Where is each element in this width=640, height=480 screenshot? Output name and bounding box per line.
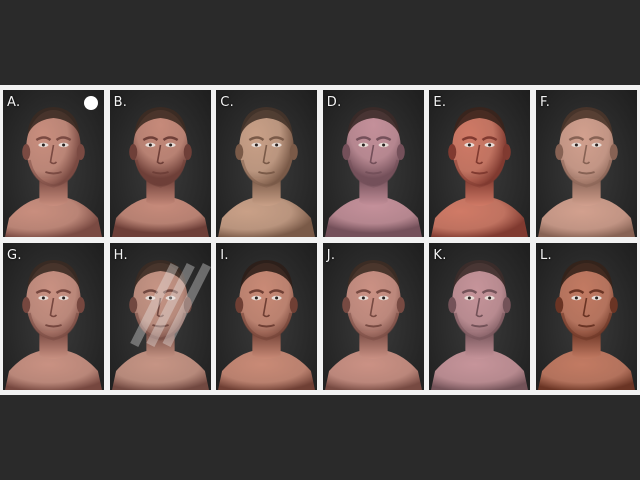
panel-label: A. [7, 95, 21, 110]
panel-label: F. [540, 95, 551, 110]
right-ear [503, 144, 512, 160]
left-ear [128, 297, 137, 313]
panel-a: A. [3, 90, 104, 237]
left-ear [448, 297, 457, 313]
left-ear [555, 144, 564, 160]
left-ear [555, 297, 564, 313]
panel-i: I. [216, 243, 318, 390]
head-render [324, 107, 422, 237]
left-ear [22, 144, 31, 160]
panel-label: E. [433, 95, 447, 110]
right-ear [76, 144, 85, 160]
right-ear [289, 144, 298, 160]
head-render [538, 260, 635, 390]
head-render [218, 260, 316, 390]
head-render [218, 107, 316, 237]
panel-d: D. [322, 90, 424, 237]
left-ear [235, 144, 244, 160]
head-render [324, 260, 422, 390]
panel-f: F. [536, 90, 637, 237]
head-render [5, 260, 102, 390]
face-shading-comparison-sheet: A. B. C. D. E. F. G. H. I. J. K. L. [0, 85, 640, 395]
right-ear [609, 144, 618, 160]
head-render [538, 107, 635, 237]
head-render [431, 260, 529, 390]
left-ear [341, 144, 351, 160]
panel-b: B. [109, 90, 211, 237]
panel-label: L. [540, 248, 552, 263]
panel-k: K. [429, 243, 531, 390]
left-ear [448, 144, 457, 160]
right-ear [503, 297, 512, 313]
panel-label: J. [326, 248, 336, 263]
panel-j: J. [322, 243, 424, 390]
right-ear [183, 144, 192, 160]
right-ear [396, 144, 405, 160]
left-ear [128, 144, 137, 160]
head-render [111, 260, 211, 390]
panel-label: K. [433, 248, 447, 263]
head-render [431, 107, 529, 237]
left-ear [341, 297, 351, 313]
panel-label: I. [220, 248, 229, 263]
right-ear [609, 297, 618, 313]
panel-c: C. [216, 90, 318, 237]
panel-label: H. [113, 248, 128, 263]
panel-l: L. [536, 243, 637, 390]
right-ear [289, 297, 298, 313]
panel-e: E. [429, 90, 531, 237]
selection-dot-icon [84, 96, 98, 110]
head-render [5, 107, 102, 237]
head-render [111, 107, 209, 237]
panel-label: C. [220, 95, 234, 110]
left-ear [235, 297, 244, 313]
right-ear [396, 297, 405, 313]
panel-h: H. [109, 243, 211, 390]
panel-label: G. [7, 248, 22, 263]
panel-label: D. [326, 95, 342, 110]
left-ear [22, 297, 31, 313]
panel-label: B. [113, 95, 128, 110]
right-ear [76, 297, 85, 313]
panel-g: G. [3, 243, 104, 390]
